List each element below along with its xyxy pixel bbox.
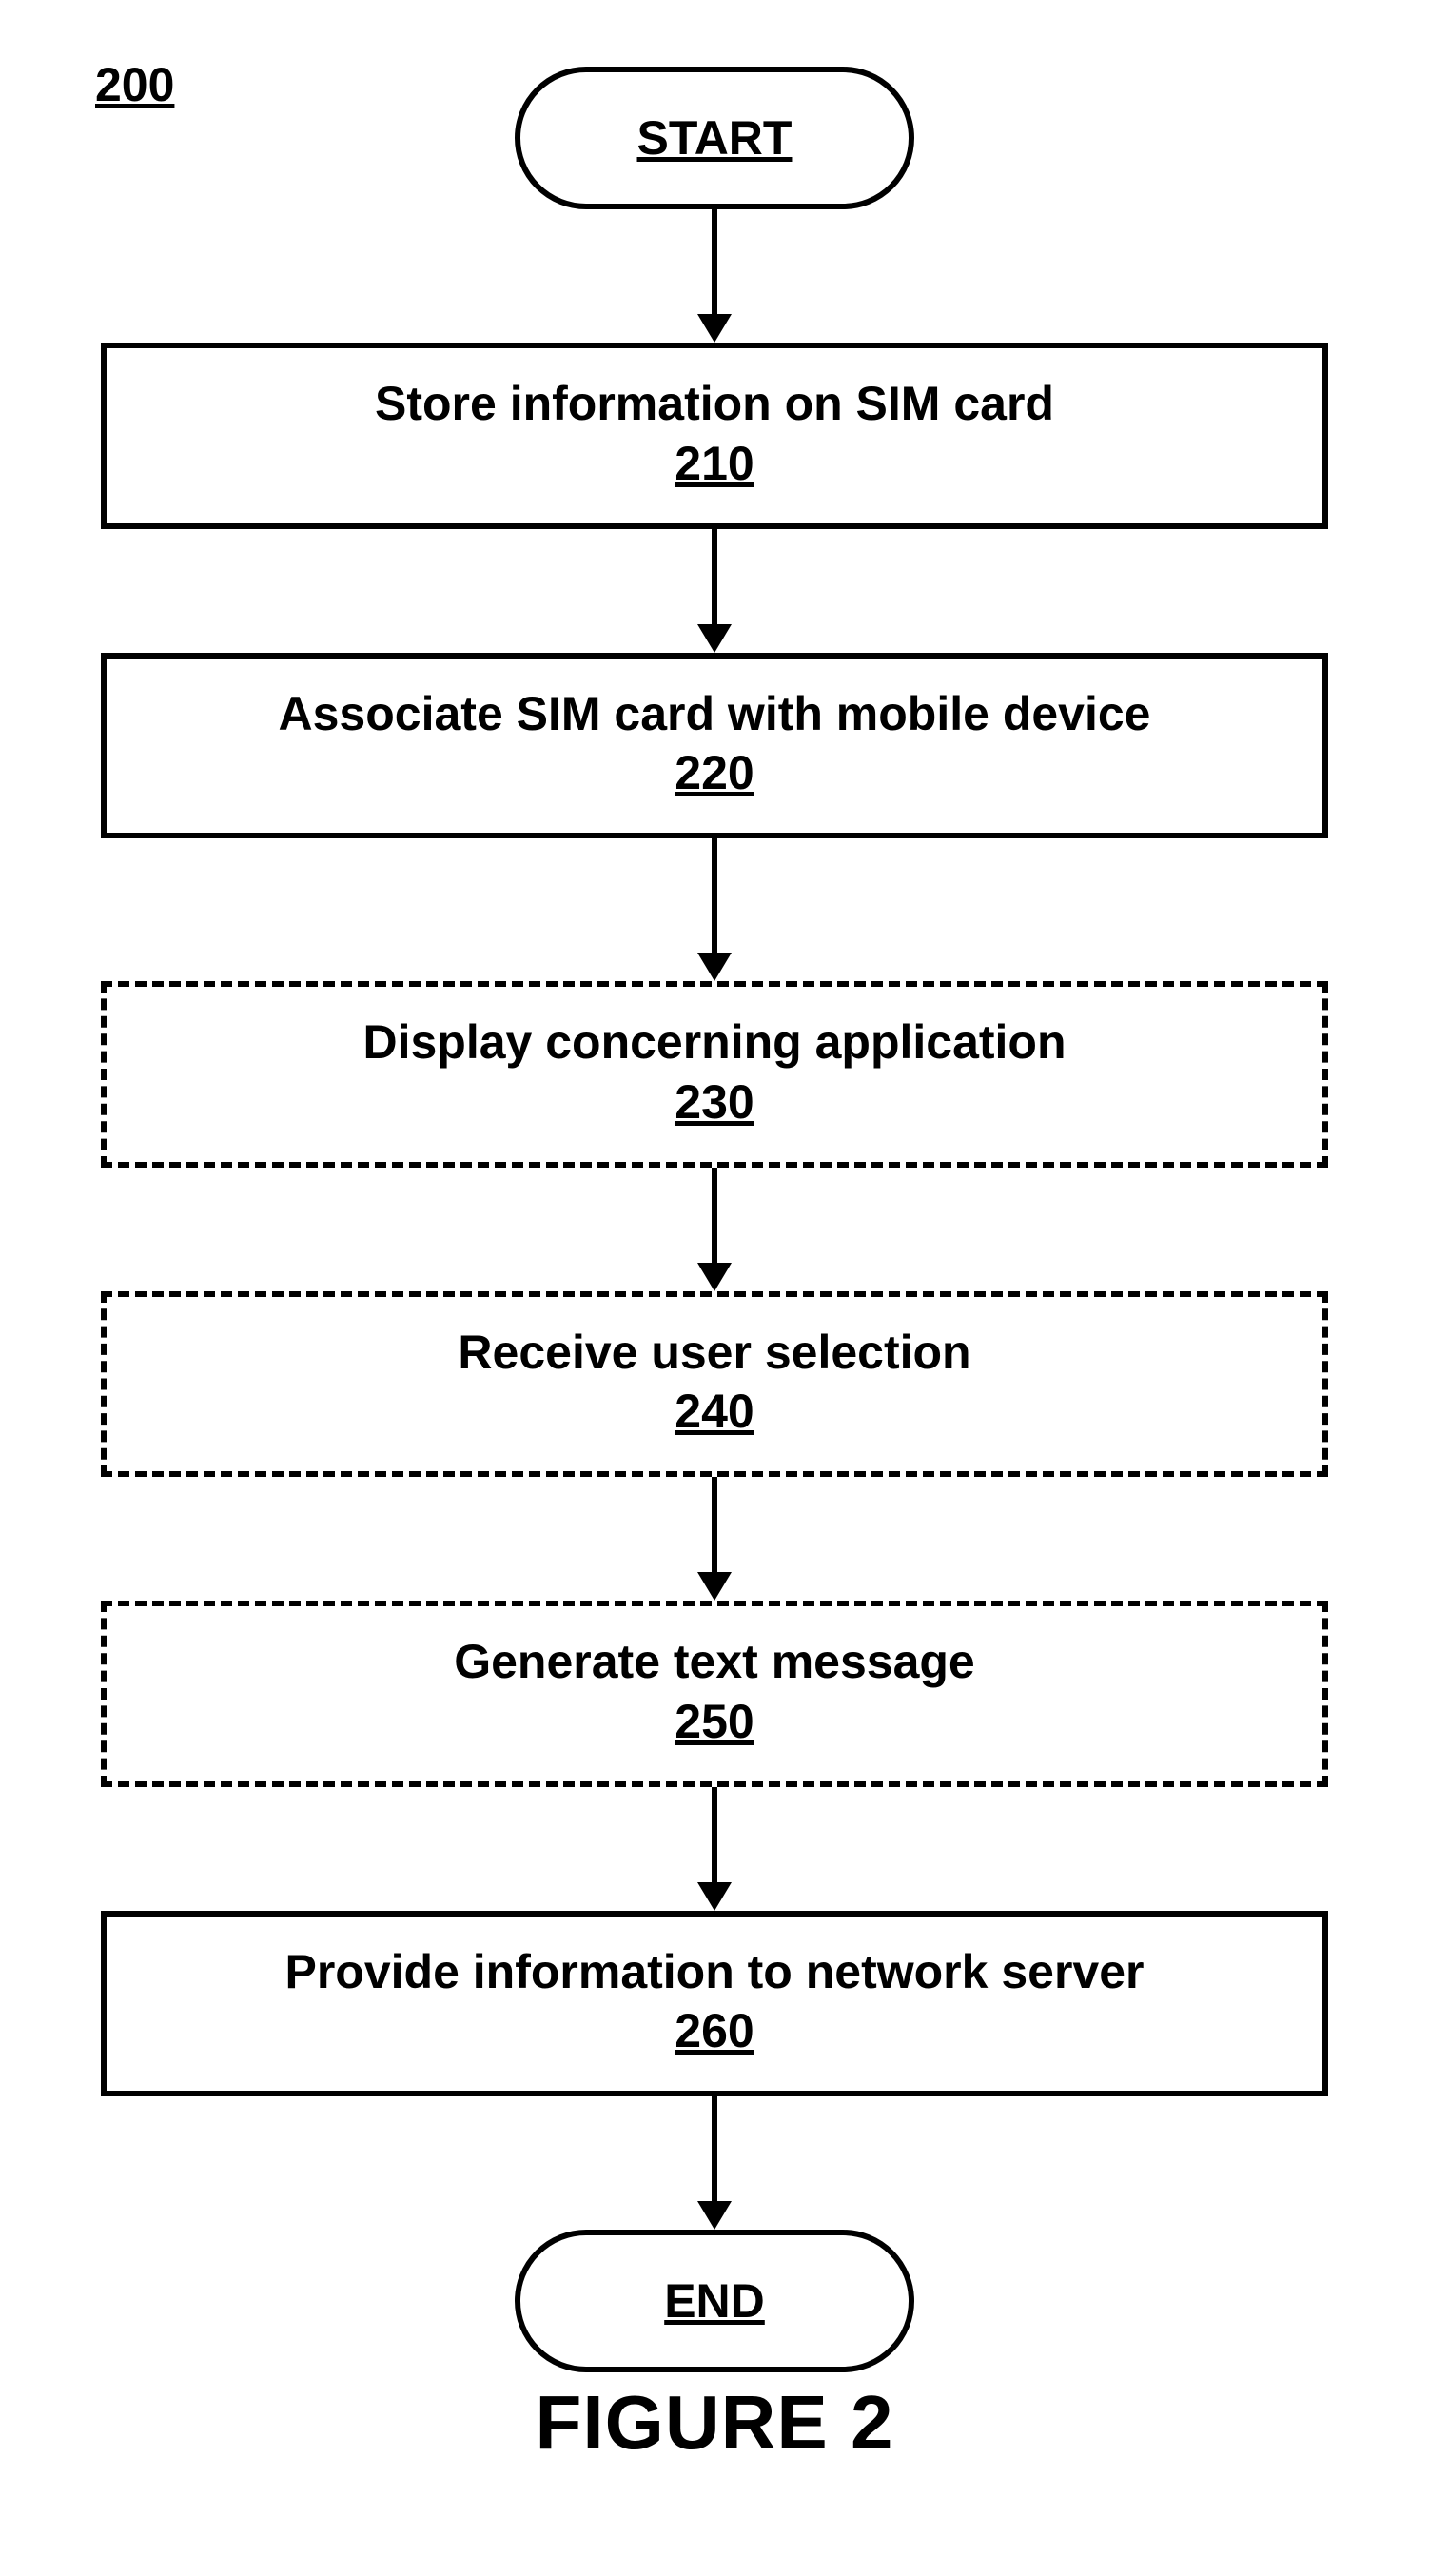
process-260: Provide information to network server 26… <box>101 1911 1328 2097</box>
arrow-shaft <box>712 529 717 624</box>
arrow-head-icon <box>697 2201 732 2230</box>
process-title: Generate text message <box>454 1635 975 1690</box>
arrow-shaft <box>712 838 717 953</box>
process-220: Associate SIM card with mobile device 22… <box>101 653 1328 839</box>
process-ref: 260 <box>675 2003 754 2058</box>
figure-caption: FIGURE 2 <box>0 2379 1429 2467</box>
arrow-head-icon <box>697 314 732 343</box>
process-ref: 210 <box>675 436 754 491</box>
arrow-shaft <box>712 1168 717 1263</box>
process-title: Display concerning application <box>362 1015 1066 1071</box>
arrow-220-to-230 <box>697 838 732 981</box>
flowchart-page: 200 START Store information on SIM card … <box>0 0 1429 2576</box>
arrow-head-icon <box>697 953 732 981</box>
arrow-shaft <box>712 1477 717 1572</box>
start-terminal: START <box>515 67 914 209</box>
arrow-250-to-260 <box>697 1787 732 1911</box>
arrow-shaft <box>712 209 717 314</box>
process-ref: 250 <box>675 1694 754 1749</box>
arrow-head-icon <box>697 1882 732 1911</box>
process-210: Store information on SIM card 210 <box>101 343 1328 529</box>
arrow-head-icon <box>697 1263 732 1291</box>
arrow-shaft <box>712 2096 717 2201</box>
process-title: Receive user selection <box>458 1326 970 1381</box>
arrow-240-to-250 <box>697 1477 732 1601</box>
arrow-210-to-220 <box>697 529 732 653</box>
arrow-start-to-210 <box>697 209 732 343</box>
process-240-optional: Receive user selection 240 <box>101 1291 1328 1478</box>
arrow-230-to-240 <box>697 1168 732 1291</box>
arrow-head-icon <box>697 1572 732 1601</box>
end-label: END <box>664 2273 765 2329</box>
process-ref: 240 <box>675 1384 754 1439</box>
process-ref: 230 <box>675 1074 754 1130</box>
process-250-optional: Generate text message 250 <box>101 1601 1328 1787</box>
arrow-260-to-end <box>697 2096 732 2230</box>
arrow-head-icon <box>697 624 732 653</box>
flowchart-column: START Store information on SIM card 210 … <box>101 67 1328 2372</box>
end-terminal: END <box>515 2230 914 2372</box>
arrow-shaft <box>712 1787 717 1882</box>
process-title: Store information on SIM card <box>375 377 1054 432</box>
process-230-optional: Display concerning application 230 <box>101 981 1328 1168</box>
process-title: Associate SIM card with mobile device <box>279 687 1151 742</box>
process-ref: 220 <box>675 745 754 800</box>
start-label: START <box>637 110 793 166</box>
process-title: Provide information to network server <box>285 1945 1145 2000</box>
